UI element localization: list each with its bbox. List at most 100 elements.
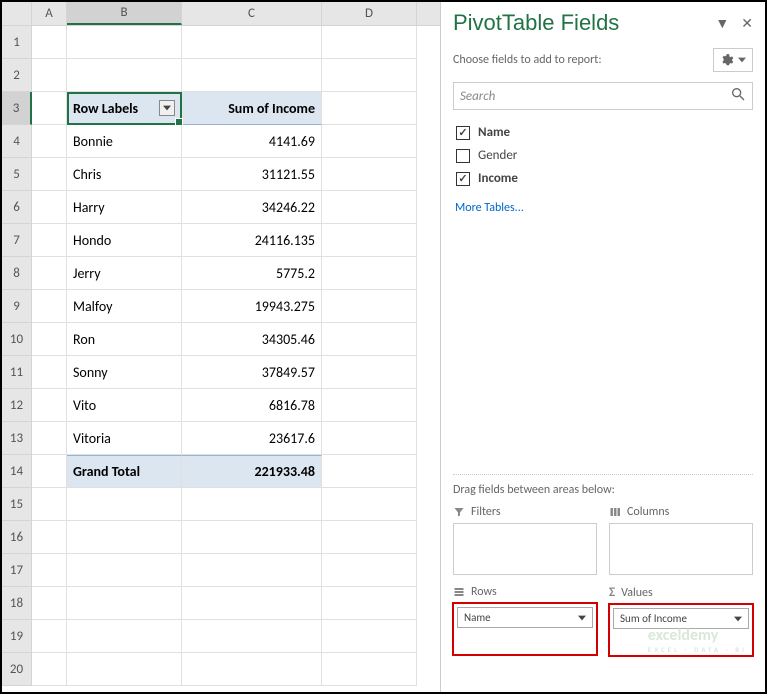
cell-d5[interactable] — [322, 158, 417, 191]
checkbox[interactable] — [456, 126, 470, 140]
col-header-c[interactable]: C — [182, 2, 322, 25]
cell-b18[interactable] — [67, 587, 182, 620]
row-header-6[interactable]: 6 — [2, 191, 32, 224]
row-header-7[interactable]: 7 — [2, 224, 32, 257]
row-header-2[interactable]: 2 — [2, 59, 32, 92]
cell-a8[interactable] — [32, 257, 67, 290]
cell-c4[interactable]: 4141.69 — [182, 125, 322, 158]
more-tables-link[interactable]: More Tables... — [453, 195, 753, 221]
cell-a5[interactable] — [32, 158, 67, 191]
cell-b15[interactable] — [67, 488, 182, 521]
cell-a11[interactable] — [32, 356, 67, 389]
columns-area[interactable]: Columns — [609, 505, 753, 575]
row-header-3[interactable]: 3 — [2, 92, 32, 125]
cell-a2[interactable] — [32, 59, 67, 92]
cell-c10[interactable]: 34305.46 — [182, 323, 322, 356]
cell-d3[interactable] — [322, 92, 417, 125]
cell-a7[interactable] — [32, 224, 67, 257]
rows-area[interactable]: Rows Name — [453, 585, 597, 656]
pane-settings-button[interactable] — [713, 48, 753, 72]
cell-b13[interactable]: Vitoria — [67, 422, 182, 455]
cell-b4[interactable]: Bonnie — [67, 125, 182, 158]
row-header-14[interactable]: 14 — [2, 455, 32, 488]
cell-c15[interactable] — [182, 488, 322, 521]
cell-d17[interactable] — [322, 554, 417, 587]
row-header-12[interactable]: 12 — [2, 389, 32, 422]
cell-a6[interactable] — [32, 191, 67, 224]
row-header-13[interactable]: 13 — [2, 422, 32, 455]
row-header-17[interactable]: 17 — [2, 554, 32, 587]
cell-d14[interactable] — [322, 455, 417, 488]
cell-d11[interactable] — [322, 356, 417, 389]
cell-b3[interactable]: Row Labels — [67, 92, 182, 125]
cell-b8[interactable]: Jerry — [67, 257, 182, 290]
row-header-16[interactable]: 16 — [2, 521, 32, 554]
cell-b17[interactable] — [67, 554, 182, 587]
cell-b1[interactable] — [67, 26, 182, 59]
row-header-4[interactable]: 4 — [2, 125, 32, 158]
checkbox[interactable] — [456, 149, 470, 163]
cell-a12[interactable] — [32, 389, 67, 422]
cell-b7[interactable]: Hondo — [67, 224, 182, 257]
cell-d6[interactable] — [322, 191, 417, 224]
cell-a16[interactable] — [32, 521, 67, 554]
cell-b6[interactable]: Harry — [67, 191, 182, 224]
cell-d7[interactable] — [322, 224, 417, 257]
cell-c3[interactable]: Sum of Income — [182, 92, 322, 125]
values-area[interactable]: ΣValues Sum of Income — [609, 585, 753, 656]
row-header-11[interactable]: 11 — [2, 356, 32, 389]
row-labels-dropdown[interactable] — [159, 100, 175, 116]
cell-d4[interactable] — [322, 125, 417, 158]
cell-c17[interactable] — [182, 554, 322, 587]
cell-c11[interactable]: 37849.57 — [182, 356, 322, 389]
col-header-d[interactable]: D — [322, 2, 417, 25]
cell-a10[interactable] — [32, 323, 67, 356]
cell-b12[interactable]: Vito — [67, 389, 182, 422]
cell-d12[interactable] — [322, 389, 417, 422]
field-gender[interactable]: Gender — [454, 144, 752, 167]
row-header-1[interactable]: 1 — [2, 26, 32, 59]
cell-d18[interactable] — [322, 587, 417, 620]
row-header-10[interactable]: 10 — [2, 323, 32, 356]
row-header-5[interactable]: 5 — [2, 158, 32, 191]
cell-c2[interactable] — [182, 59, 322, 92]
cell-a4[interactable] — [32, 125, 67, 158]
cell-c16[interactable] — [182, 521, 322, 554]
cell-a3[interactable] — [32, 92, 67, 125]
cell-c18[interactable] — [182, 587, 322, 620]
spreadsheet-grid[interactable]: A B C D 123Row LabelsSum of Income4Bonni… — [2, 2, 440, 692]
cell-c9[interactable]: 19943.275 — [182, 290, 322, 323]
checkbox[interactable] — [456, 172, 470, 186]
cell-d1[interactable] — [322, 26, 417, 59]
cell-b10[interactable]: Ron — [67, 323, 182, 356]
cell-c13[interactable]: 23617.6 — [182, 422, 322, 455]
cell-c1[interactable] — [182, 26, 322, 59]
cell-a9[interactable] — [32, 290, 67, 323]
cell-c14[interactable]: 221933.48 — [182, 455, 322, 488]
cell-d20[interactable] — [322, 653, 417, 686]
cell-b14[interactable]: Grand Total — [67, 455, 182, 488]
cell-b16[interactable] — [67, 521, 182, 554]
select-all-corner[interactable] — [2, 2, 32, 25]
cell-b20[interactable] — [67, 653, 182, 686]
cell-a13[interactable] — [32, 422, 67, 455]
cell-d16[interactable] — [322, 521, 417, 554]
cell-d8[interactable] — [322, 257, 417, 290]
cell-d2[interactable] — [322, 59, 417, 92]
area-pill-name[interactable]: Name — [457, 607, 593, 628]
cell-c20[interactable] — [182, 653, 322, 686]
cell-a19[interactable] — [32, 620, 67, 653]
col-header-b[interactable]: B — [67, 2, 182, 25]
area-pill-sum-of-income[interactable]: Sum of Income — [613, 608, 749, 629]
row-header-8[interactable]: 8 — [2, 257, 32, 290]
cell-a15[interactable] — [32, 488, 67, 521]
cell-d10[interactable] — [322, 323, 417, 356]
row-header-18[interactable]: 18 — [2, 587, 32, 620]
cell-a14[interactable] — [32, 455, 67, 488]
row-header-9[interactable]: 9 — [2, 290, 32, 323]
cell-b9[interactable]: Malfoy — [67, 290, 182, 323]
filters-area[interactable]: Filters — [453, 505, 597, 575]
cell-b19[interactable] — [67, 620, 182, 653]
cell-d15[interactable] — [322, 488, 417, 521]
cell-c7[interactable]: 24116.135 — [182, 224, 322, 257]
